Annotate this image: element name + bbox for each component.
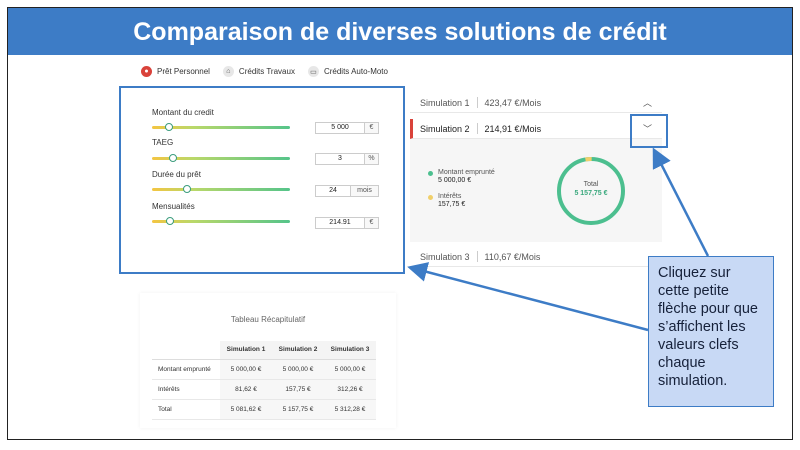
table-row: Intérêts 81,62 € 157,75 € 312,26 €: [152, 379, 376, 400]
summary-card: Tableau Récapitulatif Simulation 1 Simul…: [140, 293, 396, 428]
person-icon: ●: [141, 66, 152, 77]
summary-title: Tableau Récapitulatif: [230, 315, 306, 324]
table-cell: 5 000,00 €: [272, 359, 324, 380]
simulation-amount: 423,47 €/Mois: [484, 97, 542, 108]
chevron-up-icon[interactable]: ︿: [643, 96, 652, 109]
row-label: Montant emprunté: [152, 359, 220, 380]
simulations-panel: Simulation 1 423,47 €/Mois ︿ Simulation …: [410, 91, 662, 269]
row-label: Intérêts: [152, 379, 220, 400]
simulation-name: Simulation 1: [420, 97, 470, 108]
column-header: Simulation 1: [220, 341, 272, 360]
legend-borrowed: Montant emprunté 5 000,00 €: [428, 169, 495, 184]
simulation-name: Simulation 3: [420, 251, 470, 262]
divider: [476, 123, 478, 134]
table-header-row: Simulation 1 Simulation 2 Simulation 3: [152, 341, 376, 360]
simulation-amount: 214,91 €/Mois: [484, 123, 542, 134]
donut-total-value: 5 157,75 €: [574, 190, 608, 197]
instruction-callout: Cliquez sur cette petite flèche pour que…: [648, 256, 774, 407]
column-header: Simulation 2: [272, 341, 324, 360]
tab-credits-auto-moto[interactable]: ▭ Crédits Auto-Moto: [307, 66, 388, 77]
table-cell: 157,75 €: [272, 379, 324, 400]
legend-label: Intérêts: [438, 193, 462, 200]
simulation-2-row[interactable]: Simulation 2 214,91 €/Mois ﹀: [410, 119, 662, 139]
tab-pret-personnel[interactable]: ● Prêt Personnel: [141, 66, 210, 77]
column-header: Simulation 3: [324, 341, 376, 360]
legend-value: 5 000,00 €: [438, 177, 472, 184]
simulation-1-row[interactable]: Simulation 1 423,47 €/Mois ︿: [410, 93, 662, 113]
car-icon: ▭: [307, 66, 319, 77]
simulation-amount: 110,67 €/Mois: [484, 251, 541, 262]
legend-dot: [428, 171, 433, 176]
legend-dot: [428, 195, 433, 200]
donut-total-label: Total: [583, 181, 599, 188]
table-corner: [152, 341, 220, 360]
loan-type-tabs: ● Prêt Personnel ⌂ Crédits Travaux ▭ Cré…: [141, 66, 388, 77]
summary-table: Simulation 1 Simulation 2 Simulation 3 M…: [152, 341, 376, 420]
table-row: Total 5 081,62 € 5 157,75 € 5 312,28 €: [152, 399, 376, 420]
table-cell: 312,26 €: [324, 379, 376, 400]
tab-credits-travaux[interactable]: ⌂ Crédits Travaux: [222, 66, 295, 77]
table-cell: 5 000,00 €: [220, 359, 272, 380]
banner-title: Comparaison de diverses solutions de cré…: [7, 7, 793, 55]
legend-label: Montant emprunté: [438, 169, 495, 176]
simulation-3-row[interactable]: Simulation 3 110,67 €/Mois: [410, 247, 662, 267]
legend-value: 157,75 €: [438, 201, 466, 208]
tab-label: Crédits Travaux: [238, 67, 295, 76]
tab-label: Prêt Personnel: [157, 67, 210, 76]
divider: [476, 251, 478, 262]
table-cell: 5 000,00 €: [324, 359, 376, 380]
calculator-highlight-box: [119, 86, 405, 274]
table-row: Montant emprunté 5 000,00 € 5 000,00 € 5…: [152, 359, 376, 380]
chevron-highlight-box: [630, 114, 668, 148]
table-cell: 5 312,28 €: [324, 399, 376, 420]
table-cell: 5 081,62 €: [220, 399, 272, 420]
tab-label: Crédits Auto-Moto: [323, 67, 388, 76]
home-icon: ⌂: [222, 66, 234, 77]
simulation-name: Simulation 2: [420, 123, 470, 134]
row-label: Total: [152, 399, 220, 420]
legend-interest: Intérêts 157,75 €: [428, 193, 466, 208]
divider: [476, 97, 478, 108]
simulation-2-details: Montant emprunté 5 000,00 € Intérêts 157…: [410, 139, 662, 242]
table-cell: 5 157,75 €: [272, 399, 324, 420]
table-cell: 81,62 €: [220, 379, 272, 400]
